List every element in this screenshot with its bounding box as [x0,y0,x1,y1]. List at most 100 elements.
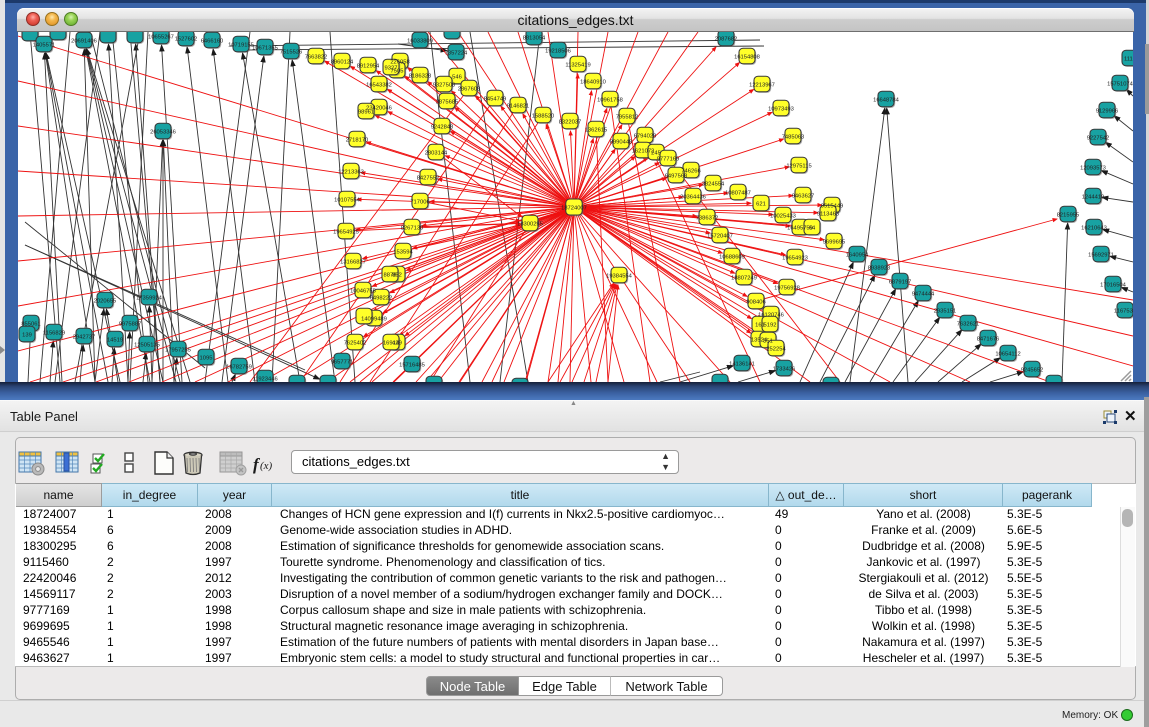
svg-text:18300295: 18300295 [517,222,543,228]
svg-text:7625402: 7625402 [344,341,367,347]
svg-text:26053346: 26053346 [150,130,176,136]
svg-text:18640910: 18640910 [580,80,606,86]
svg-text:8938923: 8938923 [868,266,891,272]
svg-text:17016504: 17016504 [1100,283,1127,289]
svg-text:9245652: 9245652 [1021,368,1044,374]
svg-text:2803144: 2803144 [425,151,448,157]
svg-text:2020655: 2020655 [94,299,117,305]
svg-text:8990448: 8990448 [610,140,633,146]
svg-text:1156829: 1156829 [43,331,65,337]
svg-text:12975115: 12975115 [786,164,811,170]
svg-text:10655267: 10655267 [148,35,174,41]
svg-text:19218506: 19218506 [545,49,571,55]
svg-text:2935151: 2935151 [934,309,957,315]
svg-text:621: 621 [756,202,766,208]
svg-text:139: 139 [22,333,32,339]
svg-text:16648784: 16648784 [873,98,900,104]
svg-text:18724007: 18724007 [561,206,587,212]
svg-text:7386372: 7386372 [696,216,719,222]
svg-text:6794028: 6794028 [634,134,657,140]
svg-text:9327: 9327 [385,66,398,72]
svg-text:16154808: 16154808 [734,55,760,61]
svg-text:1588520: 1588520 [532,114,555,120]
svg-text:717006: 717006 [410,200,429,206]
svg-text:9975887: 9975887 [119,322,142,328]
svg-text:10107554: 10107554 [334,198,361,204]
svg-text:8322037: 8322037 [559,120,582,126]
svg-text:7663822: 7663822 [305,55,328,61]
svg-text:15692971: 15692971 [1088,253,1114,259]
svg-text:16120746: 16120746 [758,313,784,319]
svg-text:16210643: 16210643 [1081,226,1107,232]
svg-text:9227542: 9227542 [1087,136,1110,142]
svg-text:64: 64 [809,226,816,232]
svg-text:1733426: 1733426 [773,367,796,373]
svg-text:8215955: 8215955 [1057,213,1080,219]
svg-text:19384554: 19384554 [606,274,633,280]
svg-text:10025433: 10025433 [770,214,796,220]
svg-text:2718170: 2718170 [346,138,369,144]
svg-text:13166827: 13166827 [340,260,366,266]
svg-text:1244419: 1244419 [1082,195,1105,201]
svg-text:14099489: 14099489 [361,317,387,323]
svg-text:16033809: 16033809 [407,39,433,45]
svg-text:1117: 1117 [1124,57,1133,63]
svg-text:18807249: 18807249 [731,276,757,282]
svg-text:20691406: 20691406 [71,39,97,45]
svg-text:3824554: 3824554 [702,182,725,188]
svg-text:7632621: 7632621 [957,322,980,328]
svg-text:12213967: 12213967 [749,83,775,89]
svg-text:14519: 14519 [107,338,123,344]
svg-text:2942737: 2942737 [73,335,96,341]
svg-text:8471676: 8471676 [977,337,1000,343]
svg-text:12505135: 12505135 [134,343,160,349]
svg-text:10973493: 10973493 [768,107,794,113]
svg-text:9242848: 9242848 [431,125,454,131]
svg-text:2867608: 2867608 [458,87,481,93]
svg-text:252254: 252254 [766,347,786,353]
svg-text:546: 546 [452,75,462,81]
svg-text:9474444: 9474444 [912,292,935,298]
svg-text:7515526: 7515526 [280,50,303,56]
svg-text:10046755: 10046755 [350,289,376,295]
svg-text:17957255: 17957255 [165,348,191,354]
svg-text:19654925: 19654925 [333,230,359,236]
svg-text:153594: 153594 [393,250,413,256]
svg-text:6497568: 6497568 [665,174,688,180]
svg-text:1527602: 1527602 [175,37,198,43]
svg-text:9463627: 9463627 [792,194,815,200]
svg-text:908406: 908406 [746,300,765,306]
svg-text:9146821: 9146821 [507,104,530,110]
svg-text:10961758: 10961758 [597,98,623,104]
svg-text:10671355: 10671355 [252,46,278,52]
svg-text:8813054: 8813054 [523,36,546,42]
svg-text:16914: 16914 [383,341,400,347]
svg-text:8267130: 8267130 [401,226,424,232]
svg-text:8427552: 8427552 [417,176,440,182]
svg-text:6498222: 6498222 [370,296,393,302]
svg-text:10719155: 10719155 [228,43,254,49]
svg-text:851: 851 [763,339,773,345]
svg-text:19756928: 19756928 [774,286,800,292]
svg-text:15720407: 15720407 [707,234,733,240]
svg-text:9515449: 9515449 [821,204,844,210]
svg-text:10688609: 10688609 [719,255,745,261]
svg-text:12093573: 12093573 [1080,166,1106,172]
svg-text:10807487: 10807487 [725,191,751,197]
svg-text:6879197: 6879197 [889,280,912,286]
svg-text:9777169: 9777169 [657,157,680,163]
svg-text:16543382: 16543382 [366,83,392,89]
svg-text:15751074: 15751074 [1107,82,1133,88]
svg-text:8912954: 8912954 [357,64,380,70]
svg-text:1095: 1095 [200,356,213,362]
svg-text:14136141: 14136141 [729,362,755,368]
svg-text:8454749: 8454749 [484,97,507,103]
svg-text:8878: 8878 [384,273,397,279]
svg-text:15716485: 15716485 [399,363,425,369]
svg-text:9657771: 9657771 [331,360,354,366]
svg-text:8186328: 8186328 [409,74,432,80]
svg-text:7485063: 7485063 [782,135,805,141]
svg-text:8960124: 8960124 [331,60,354,66]
svg-text:12213363: 12213363 [338,170,364,176]
svg-text:1362615: 1362615 [585,128,608,134]
